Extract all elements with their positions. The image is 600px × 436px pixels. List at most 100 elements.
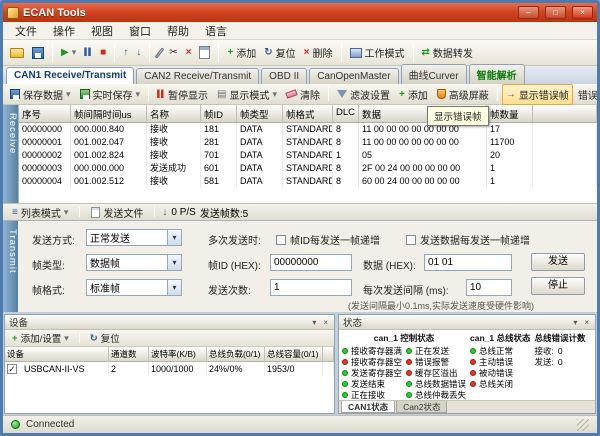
show-error-frames-button[interactable]: →显示错误帧 — [502, 84, 573, 105]
delete-icon-button[interactable]: × — [183, 45, 195, 60]
resize-grip[interactable] — [577, 419, 589, 431]
frame-id-input[interactable]: 00000000 — [270, 254, 352, 271]
col-bus-load[interactable]: 总线负载(0/1) — [207, 347, 265, 362]
status-item: 错误报警 — [406, 356, 466, 367]
minimize-button[interactable]: – — [518, 6, 539, 19]
tab-can2-status[interactable]: Can2状态 — [396, 401, 447, 413]
menu-item-help[interactable]: 帮助 — [159, 22, 197, 40]
checkbox-icon — [406, 235, 416, 245]
close-button[interactable]: × — [572, 6, 593, 19]
table-row[interactable]: 00000003 000.000.000 发送成功 601 DATA STAND… — [19, 162, 597, 175]
col-interval[interactable]: 帧间隔时间us — [71, 105, 147, 123]
stop-button[interactable]: ■ — [97, 45, 109, 60]
tab-curve[interactable]: 曲线Curver — [401, 64, 467, 84]
display-mode-button[interactable]: ▤显示模式▾ — [213, 84, 281, 105]
add-filter-button[interactable]: +添加 — [395, 84, 432, 105]
data-forward-button[interactable]: ⇄数据转发 — [419, 43, 476, 62]
filter-settings-button[interactable]: 滤波设置 — [333, 84, 394, 105]
col-device[interactable]: 设备 — [5, 347, 109, 362]
pause-button[interactable]: ▌▌ — [81, 47, 95, 58]
download-button[interactable]: ↓ — [133, 45, 144, 60]
window-title: ECAN Tools — [23, 7, 512, 19]
upload-button[interactable]: ↑ — [120, 45, 131, 60]
stop-button[interactable]: 停止 — [531, 277, 585, 295]
realtime-save-button[interactable]: 实时保存▾ — [76, 84, 145, 105]
tab-smart-parse[interactable]: 智能解析 — [469, 64, 525, 84]
panel-menu-icon[interactable]: ▾ — [310, 318, 318, 327]
menu-item-view[interactable]: 视图 — [83, 22, 121, 40]
menu-item-window[interactable]: 窗口 — [121, 22, 159, 40]
interval-label: 每次发送间隔 (ms): — [363, 282, 449, 297]
menu-item-file[interactable]: 文件 — [7, 22, 45, 40]
device-row[interactable]: USBCAN-II-VS 2 1000/1000 24%/0% 1953/0 — [5, 362, 334, 376]
table-row[interactable]: 00000002 001.002.824 接收 701 DATA STANDAR… — [19, 149, 597, 162]
col-bus-capacity[interactable]: 总线容量(0/1) — [265, 347, 323, 362]
maximize-button[interactable]: □ — [545, 6, 566, 19]
tools-button[interactable] — [155, 45, 164, 61]
frame-format-select[interactable]: 标准帧▾ — [86, 279, 182, 296]
col-count[interactable]: 帧数量 — [487, 105, 533, 123]
inc-id-checkbox[interactable]: 帧ID每发送一帧递增 — [276, 232, 380, 247]
send-count-input[interactable]: 1 — [270, 279, 352, 296]
device-checkbox[interactable] — [7, 364, 17, 374]
tab-can1-receive-transmit[interactable]: CAN1 Receive/Transmit — [6, 67, 134, 84]
reset-button[interactable]: ↻复位 — [261, 43, 298, 62]
col-dlc[interactable]: DLC — [333, 105, 359, 123]
calculator-button[interactable] — [196, 44, 213, 61]
col-id[interactable]: 帧ID — [201, 105, 237, 123]
reset-icon: ↻ — [264, 47, 272, 58]
swap-arrows-icon: ⇄ — [422, 47, 430, 58]
col-seq[interactable]: 序号 — [19, 105, 71, 123]
status-led-icon — [470, 348, 476, 354]
table-row[interactable]: 00000000 000.000.840 接收 181 DATA STANDAR… — [19, 123, 597, 136]
panel-menu-icon[interactable]: ▾ — [571, 318, 579, 327]
cut-button[interactable]: ✂ — [166, 45, 180, 60]
tab-canopenmaster[interactable]: CanOpenMaster — [309, 68, 398, 84]
tab-can1-status[interactable]: CAN1状态 — [341, 401, 395, 413]
device-add-settings-button[interactable]: +添加/设置▾ — [8, 328, 73, 348]
advanced-mask-button[interactable]: 高级屏蔽 — [433, 84, 493, 105]
table-row[interactable]: 00000004 001.002.512 接收 581 DATA STANDAR… — [19, 175, 597, 188]
frame-type-select[interactable]: 数据帧▾ — [86, 254, 182, 271]
table-row[interactable]: 00000001 001.002.047 接收 281 DATA STANDAR… — [19, 136, 597, 149]
side-tab-receive[interactable]: Receive — [3, 105, 18, 203]
col-type[interactable]: 帧类型 — [237, 105, 283, 123]
cell-id: 581 — [201, 175, 237, 188]
bus-status-header: can_1 总线状态 — [470, 332, 530, 345]
cell-data: 05 — [359, 149, 487, 162]
separator — [218, 43, 219, 62]
side-tab-transmit[interactable]: Transmit — [3, 221, 18, 312]
save-data-button[interactable]: 保存数据▾ — [6, 84, 75, 105]
send-mode-select[interactable]: 正常发送▾ — [86, 229, 182, 246]
data-hex-input[interactable]: 01 01 — [424, 254, 512, 271]
open-folder-button[interactable] — [7, 46, 27, 60]
funnel-icon — [337, 90, 347, 98]
col-baud[interactable]: 波特率(K/B) — [149, 347, 207, 362]
col-name[interactable]: 名称 — [147, 105, 201, 123]
add-button[interactable]: +添加 — [224, 43, 259, 62]
clear-button[interactable]: 清除 — [282, 84, 324, 105]
send-file-label: 发送文件 — [103, 205, 143, 220]
save-button[interactable] — [29, 45, 47, 61]
cell-count: 20 — [487, 149, 533, 162]
menu-item-operation[interactable]: 操作 — [45, 22, 83, 40]
panel-close-icon[interactable]: × — [582, 318, 591, 327]
work-mode-button[interactable]: 工作模式 — [347, 43, 408, 62]
col-channels[interactable]: 通道数 — [109, 347, 149, 362]
col-format[interactable]: 帧格式 — [283, 105, 333, 123]
plus-icon: + — [12, 333, 18, 344]
interval-input[interactable]: 10 — [466, 279, 512, 296]
menu-item-language[interactable]: 语言 — [197, 22, 235, 40]
device-reset-button[interactable]: ↻复位 — [86, 328, 124, 348]
tab-can2-receive-transmit[interactable]: CAN2 Receive/Transmit — [136, 68, 259, 84]
start-button[interactable]: ▶▾ — [58, 45, 79, 60]
tab-obd2[interactable]: OBD II — [261, 68, 307, 84]
cell-dlc: 8 — [333, 123, 359, 136]
pause-display-button[interactable]: ▌▌暂停显示 — [153, 84, 212, 105]
send-button[interactable]: 发送 — [531, 253, 585, 271]
inc-data-checkbox[interactable]: 发送数据每发送一帧递增 — [406, 232, 530, 247]
panel-close-icon[interactable]: × — [321, 318, 330, 327]
receive-table-empty-area[interactable] — [19, 188, 597, 203]
cell-format: STANDARD — [283, 162, 333, 175]
delete-button[interactable]: ×删除 — [301, 43, 336, 62]
